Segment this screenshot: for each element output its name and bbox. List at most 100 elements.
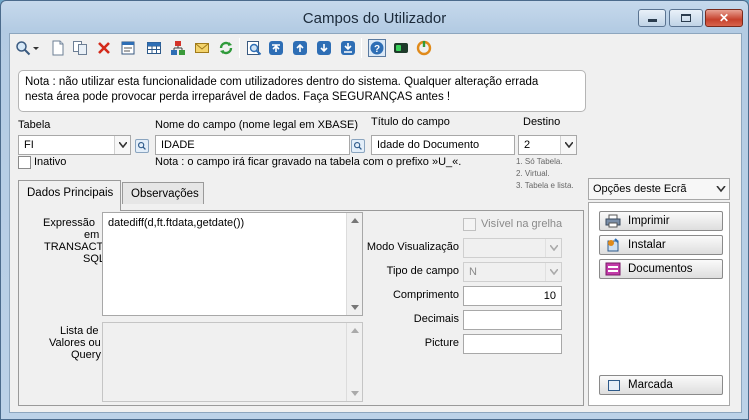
- decimais-field[interactable]: [463, 310, 562, 330]
- lista-scrollbar[interactable]: [346, 323, 362, 401]
- instalar-button[interactable]: Instalar: [599, 235, 723, 255]
- opcoes-dropdown[interactable]: Opções deste Ecrã: [588, 178, 730, 200]
- tabela-dropdown-button[interactable]: [114, 136, 130, 154]
- tipo-dropdown-button[interactable]: [545, 263, 561, 281]
- hierarchy-icon[interactable]: [170, 40, 186, 56]
- warning-line-1: Nota : não utilizar esta funcionalidade …: [25, 76, 539, 88]
- modo-dropdown-button[interactable]: [545, 239, 561, 257]
- preview-icon[interactable]: [246, 40, 262, 56]
- help-icon[interactable]: ?: [368, 39, 386, 57]
- properties-icon[interactable]: [120, 40, 136, 56]
- tabela-value: FI: [24, 139, 34, 151]
- tab-panel-dados: Expressão em TRANSACT SQL datediff(d,ft.…: [18, 210, 584, 406]
- scroll-up-icon[interactable]: [351, 218, 359, 223]
- maximize-button[interactable]: [669, 9, 703, 27]
- expressao-label-em: em: [84, 229, 100, 241]
- chevron-down-icon: [564, 142, 573, 148]
- nome-lookup-icon[interactable]: [351, 139, 365, 153]
- titulo-label: Título do campo: [371, 116, 450, 128]
- search-icon[interactable]: [15, 40, 31, 56]
- picture-label: Picture: [424, 337, 459, 349]
- refresh-icon[interactable]: [218, 40, 234, 56]
- main-window: Campos do Utilizador ✕ ? Nota: não util…: [0, 0, 749, 420]
- previous-icon[interactable]: [292, 40, 308, 56]
- chevron-down-icon: [549, 245, 558, 251]
- inativo-label: Inativo: [34, 156, 67, 168]
- svg-text:?: ?: [374, 44, 380, 55]
- modo-combo[interactable]: [463, 238, 562, 258]
- tab-observacoes[interactable]: Observações: [122, 182, 204, 204]
- lista-label: Lista de: [60, 325, 99, 337]
- comprimento-label: Comprimento: [392, 289, 459, 301]
- grid-icon[interactable]: [146, 40, 162, 56]
- toolbar-separator: [239, 38, 240, 58]
- imprimir-button[interactable]: Imprimir: [599, 211, 723, 231]
- imprimir-label: Imprimir: [628, 215, 670, 227]
- copy-icon[interactable]: [72, 40, 88, 56]
- warning-note: Nota : não utilizar esta funcionalidade …: [18, 70, 586, 112]
- destino-hint-1: 1. Só Tabela.: [516, 157, 563, 166]
- tipo-label: Tipo de campo: [386, 265, 459, 277]
- chevron-down-icon: [118, 142, 127, 148]
- exit-icon[interactable]: [416, 40, 432, 56]
- printer-icon: [605, 214, 621, 228]
- documentos-button[interactable]: Documentos: [599, 259, 723, 279]
- expressao-scrollbar[interactable]: [346, 213, 362, 315]
- titulo-field[interactable]: Idade do Documento: [371, 135, 515, 155]
- visivel-label: Visível na grelha: [481, 218, 563, 230]
- maximize-icon: [681, 14, 691, 22]
- next-icon[interactable]: [316, 40, 332, 56]
- minimize-button[interactable]: [638, 9, 666, 27]
- tabela-label: Tabela: [18, 119, 51, 131]
- warning-line-2: nesta área pode provocar perda irreparáv…: [25, 91, 451, 103]
- toggle-icon[interactable]: [393, 40, 409, 56]
- minimize-icon: [647, 19, 657, 22]
- expressao-value: datediff(d,ft.ftdata,getdate()): [108, 217, 245, 229]
- chevron-down-icon[interactable]: [32, 40, 40, 56]
- chevron-down-icon: [549, 269, 558, 275]
- new-icon[interactable]: [50, 40, 66, 56]
- visivel-checkbox[interactable]: [463, 218, 476, 231]
- destino-dropdown-button[interactable]: [560, 136, 576, 154]
- install-icon: [607, 238, 619, 252]
- tipo-combo[interactable]: N: [463, 262, 562, 282]
- tipo-value: N: [469, 266, 477, 278]
- toolbar-separator: [361, 38, 362, 58]
- close-button[interactable]: ✕: [705, 9, 743, 27]
- instalar-label: Instalar: [628, 239, 666, 251]
- envelope-icon[interactable]: [194, 40, 210, 56]
- destino-value: 2: [524, 139, 531, 151]
- picture-field[interactable]: [463, 334, 562, 354]
- scroll-down-icon[interactable]: [351, 305, 359, 310]
- opcoes-title: Opções deste Ecrã: [593, 183, 687, 195]
- marcada-button[interactable]: Marcada: [599, 375, 723, 395]
- documentos-label: Documentos: [628, 263, 693, 275]
- destino-label: Destino: [523, 116, 561, 128]
- inativo-checkbox[interactable]: [18, 156, 31, 169]
- expressao-textarea[interactable]: datediff(d,ft.ftdata,getdate()): [102, 212, 363, 316]
- destino-hint-2: 2. Virtual.: [516, 169, 550, 178]
- tab-dados-principais[interactable]: Dados Principais: [18, 180, 121, 211]
- delete-icon[interactable]: [96, 40, 112, 56]
- last-icon[interactable]: [340, 40, 356, 56]
- tabela-combo[interactable]: FI: [18, 135, 131, 155]
- scroll-up-icon[interactable]: [351, 328, 359, 333]
- marcada-checkbox-icon: [608, 380, 620, 391]
- destino-combo[interactable]: 2: [518, 135, 577, 155]
- expressao-label-transact: TRANSACT: [44, 241, 104, 253]
- window-title: Campos do Utilizador: [302, 10, 447, 27]
- client-area: ? Nota : não utilizar esta funcionalidad…: [9, 33, 742, 413]
- comprimento-field[interactable]: 10: [463, 286, 562, 306]
- marcada-label: Marcada: [628, 379, 673, 391]
- lista-label-valores: Valores ou: [49, 337, 101, 349]
- documents-icon: [605, 262, 621, 276]
- first-icon[interactable]: [268, 40, 284, 56]
- scroll-down-icon[interactable]: [351, 391, 359, 396]
- lista-textarea[interactable]: [102, 322, 363, 402]
- tabela-lookup-icon[interactable]: [135, 139, 149, 153]
- decimais-label: Decimais: [413, 313, 459, 325]
- destino-hint-3: 3. Tabela e lista.: [516, 181, 574, 190]
- modo-label: Modo Visualização: [366, 241, 459, 253]
- nome-field[interactable]: IDADE: [155, 135, 350, 155]
- chevron-down-icon: [716, 186, 726, 193]
